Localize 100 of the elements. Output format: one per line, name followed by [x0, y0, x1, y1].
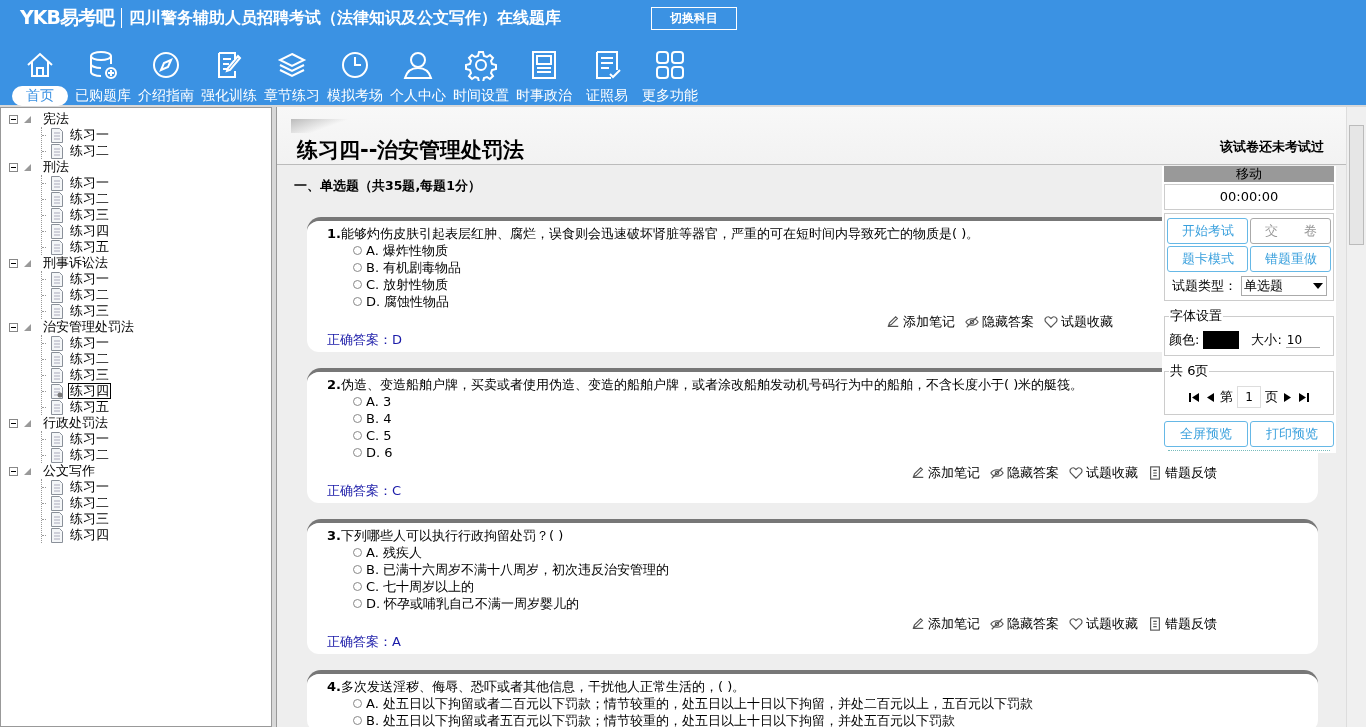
option-text[interactable]: C. 放射性物质 — [366, 276, 449, 293]
radio-button[interactable] — [353, 431, 362, 440]
radio-button[interactable] — [353, 414, 362, 423]
panel-header[interactable]: 移动 — [1164, 166, 1334, 182]
page-number-field[interactable]: 1 — [1237, 386, 1261, 408]
next-page-icon[interactable] — [1282, 392, 1293, 402]
first-page-icon[interactable] — [1187, 392, 1201, 402]
tree-item[interactable]: 练习四 — [68, 527, 111, 543]
tree-item[interactable]: 练习四 — [68, 223, 111, 239]
collapse-icon[interactable] — [9, 162, 18, 172]
option-text[interactable]: B. 已满十六周岁不满十八周岁，初次违反治安管理的 — [366, 561, 670, 578]
tree-node[interactable]: 治安管理处罚法 — [41, 319, 136, 335]
radio-button[interactable] — [353, 280, 362, 289]
question-action-link[interactable]: 隐藏答案 — [990, 464, 1059, 482]
question-action-link[interactable]: 添加笔记 — [911, 615, 980, 633]
radio-button[interactable] — [353, 565, 362, 574]
question-type-dropdown[interactable]: 单选题 — [1240, 276, 1327, 296]
radio-button[interactable] — [353, 397, 362, 406]
scrollbar[interactable] — [1346, 107, 1366, 727]
radio-button[interactable] — [353, 246, 362, 255]
option-text[interactable]: D. 腐蚀性物品 — [366, 293, 450, 310]
radio-button[interactable] — [353, 448, 362, 457]
folder-icon — [24, 259, 31, 267]
question-action-link[interactable]: 错题反馈 — [1148, 615, 1217, 633]
option-text[interactable]: D. 6 — [366, 444, 393, 461]
color-label: 颜色: — [1169, 331, 1200, 349]
tree-item[interactable]: 练习三 — [68, 303, 111, 319]
question-action-link[interactable]: 错题反馈 — [1148, 464, 1217, 482]
document-icon — [51, 223, 63, 239]
tree-item[interactable]: 练习二 — [68, 447, 111, 463]
tree-item[interactable]: 练习二 — [68, 191, 111, 207]
radio-button[interactable] — [353, 263, 362, 272]
collapse-icon[interactable] — [9, 258, 18, 268]
tree-item[interactable]: 练习一 — [68, 271, 111, 287]
collapse-icon[interactable] — [9, 114, 18, 124]
document-icon — [51, 287, 63, 303]
tree-item[interactable]: 练习一 — [68, 479, 111, 495]
radio-button[interactable] — [353, 582, 362, 591]
question-action-link[interactable]: 试题收藏 — [1069, 464, 1138, 482]
document-icon — [51, 271, 63, 287]
radio-button[interactable] — [353, 599, 362, 608]
option-text[interactable]: A. 残疾人 — [366, 544, 422, 561]
collapse-icon[interactable] — [9, 418, 18, 428]
tree-node[interactable]: 刑事诉讼法 — [41, 255, 110, 271]
option-text[interactable]: B. 4 — [366, 410, 392, 427]
tree-item[interactable]: 练习一 — [68, 431, 111, 447]
tree-item[interactable]: 练习三 — [68, 511, 111, 527]
document-icon — [51, 479, 63, 495]
tree-item[interactable]: 练习二 — [68, 143, 111, 159]
radio-button[interactable] — [353, 716, 362, 725]
size-label: 大小: — [1251, 331, 1282, 349]
collapse-icon[interactable] — [9, 322, 18, 332]
question-action-link[interactable]: 添加笔记 — [911, 464, 980, 482]
tree-node[interactable]: 宪法 — [41, 111, 71, 127]
question-text: 3.下列哪些人可以执行行政拘留处罚？( ) — [327, 527, 564, 544]
question-action-link[interactable]: 隐藏答案 — [990, 615, 1059, 633]
document-icon — [51, 335, 63, 351]
font-size-field[interactable]: 10 — [1285, 332, 1320, 348]
tree-item[interactable]: 练习三 — [68, 207, 111, 223]
tree-item[interactable]: 练习一 — [68, 335, 111, 351]
pen-icon — [911, 466, 925, 480]
tree-item[interactable]: 练习三 — [68, 367, 111, 383]
previous-page-icon[interactable] — [1205, 392, 1216, 402]
tree-item[interactable]: 练习二 — [68, 287, 111, 303]
radio-button[interactable] — [353, 548, 362, 557]
document-icon — [51, 495, 63, 511]
question-text: 1.能够灼伤皮肤引起表层红肿、腐烂，误食则会迅速破坏肾脏等器官，严重的可在短时间内导致死亡的物质是( )。 — [327, 225, 980, 242]
question-action-link[interactable]: 隐藏答案 — [965, 313, 1034, 331]
question-action-link[interactable]: 试题收藏 — [1044, 313, 1113, 331]
option-text[interactable]: C. 5 — [366, 427, 392, 444]
option-text[interactable]: B. 处五日以下拘留或者五百元以下罚款；情节较重的，处五日以上十日以下拘留，并处五百元以下罚款 — [366, 712, 956, 727]
tree-item[interactable]: 练习五 — [68, 239, 111, 255]
document-icon — [51, 367, 63, 383]
radio-button[interactable] — [353, 297, 362, 306]
color-swatch[interactable] — [1203, 331, 1240, 349]
gear-icon — [464, 49, 497, 81]
question-action-link[interactable]: 试题收藏 — [1069, 615, 1138, 633]
option-text[interactable]: A. 处五日以下拘留或者二百元以下罚款；情节较重的，处五日以上十日以下拘留，并处二百元以上，五百元以下罚款 — [366, 695, 1033, 712]
tree-item[interactable]: 练习四 — [68, 383, 111, 399]
tree-item[interactable]: 练习一 — [68, 175, 111, 191]
tree-node[interactable]: 行政处罚法 — [41, 415, 110, 431]
eye-icon — [990, 466, 1004, 480]
tree-node[interactable]: 公文写作 — [41, 463, 97, 479]
collapse-icon[interactable] — [9, 466, 18, 476]
option-text[interactable]: C. 七十周岁以上的 — [366, 578, 475, 595]
timer-display: 00:00:00 — [1164, 184, 1334, 210]
tree-item[interactable]: 练习一 — [68, 127, 111, 143]
tree-item[interactable]: 练习五 — [68, 399, 111, 415]
document-icon — [51, 511, 63, 527]
option-text[interactable]: B. 有机剧毒物品 — [366, 259, 462, 276]
option-text[interactable]: D. 怀孕或哺乳自己不满一周岁婴儿的 — [366, 595, 580, 612]
tree-item[interactable]: 练习二 — [68, 495, 111, 511]
tree-item[interactable]: 练习二 — [68, 351, 111, 367]
option-text[interactable]: A. 爆炸性物质 — [366, 242, 448, 259]
last-page-icon[interactable] — [1297, 392, 1311, 402]
question-action-link[interactable]: 添加笔记 — [886, 313, 955, 331]
option-text[interactable]: A. 3 — [366, 393, 392, 410]
tree-node[interactable]: 刑法 — [41, 159, 71, 175]
radio-button[interactable] — [353, 699, 362, 708]
document-icon — [51, 175, 63, 191]
